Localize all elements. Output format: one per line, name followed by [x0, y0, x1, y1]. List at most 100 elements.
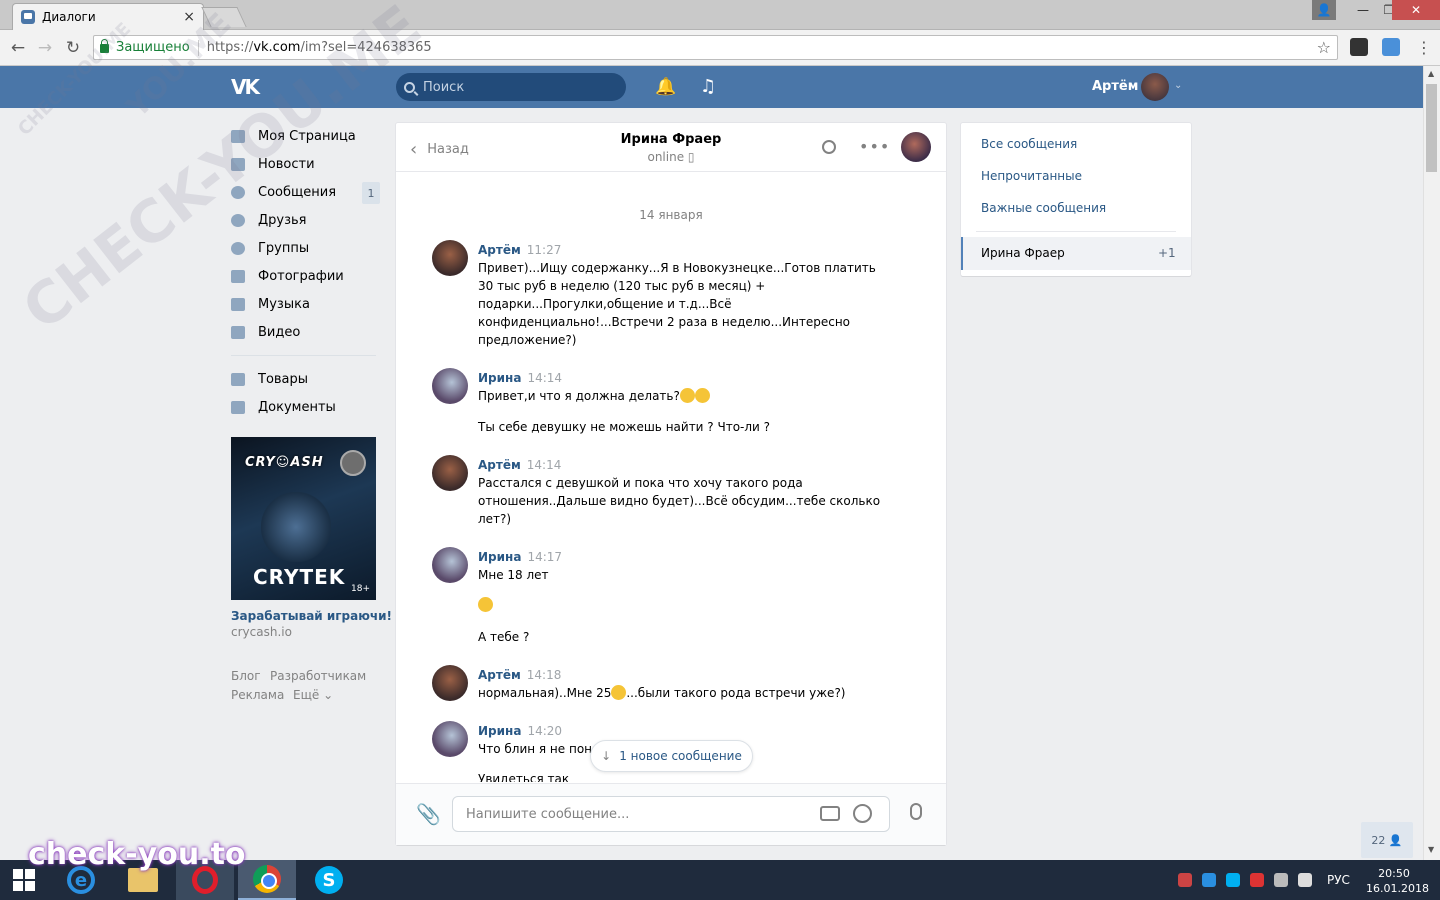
- ad-banner-image[interactable]: CRY☺ASH CRYTEK 18+: [231, 437, 376, 600]
- windows-start-button[interactable]: [0, 860, 48, 900]
- url-scheme: https://: [206, 40, 254, 55]
- back-button[interactable]: ‹ Назад: [410, 139, 469, 160]
- tray-app-icon[interactable]: [1250, 873, 1264, 887]
- taskbar-chrome[interactable]: [238, 860, 296, 900]
- microphone-icon[interactable]: [910, 803, 922, 820]
- bookmark-star-icon[interactable]: ☆: [1317, 38, 1331, 57]
- back-label: Назад: [427, 142, 469, 157]
- filter-important[interactable]: Важные сообщения: [981, 201, 1106, 215]
- attach-paperclip-icon[interactable]: 📎: [416, 802, 441, 826]
- avatar[interactable]: [432, 455, 468, 491]
- new-message-button[interactable]: ↓ 1 новое сообщение: [590, 740, 753, 772]
- profile-icon[interactable]: 👤: [1312, 0, 1336, 20]
- arrow-down-icon: ↓: [601, 749, 612, 763]
- tray-language[interactable]: РУС: [1327, 873, 1350, 887]
- messages-icon: [231, 185, 245, 199]
- camera-icon[interactable]: [820, 806, 840, 821]
- scroll-down-arrow-icon[interactable]: ▼: [1428, 845, 1434, 854]
- date-separator: 14 января: [639, 208, 703, 222]
- nav-item-messages[interactable]: Сообщения: [231, 182, 381, 202]
- tab-close-icon[interactable]: ×: [183, 9, 195, 25]
- message-text: Привет,и что я должна делать?: [478, 387, 710, 405]
- extension-icon-1[interactable]: [1350, 38, 1368, 56]
- nav-item-my-page[interactable]: Моя Страница: [231, 126, 381, 146]
- music-player-icon[interactable]: ♫: [700, 76, 716, 97]
- vk-logo[interactable]: VK: [231, 75, 265, 99]
- notifications-bell-icon[interactable]: 🔔: [655, 77, 676, 97]
- ad-domain[interactable]: crycash.io: [231, 625, 292, 639]
- search-input[interactable]: Поиск: [396, 73, 626, 101]
- taskbar-internet-explorer[interactable]: e: [52, 860, 110, 900]
- friends-icon: [231, 213, 245, 227]
- tray-volume-icon[interactable]: [1298, 873, 1312, 887]
- contact-name[interactable]: Ирина Фраер: [596, 132, 746, 147]
- footer-link-blog[interactable]: Блог: [231, 669, 261, 683]
- header-user-name[interactable]: Артём: [1092, 79, 1138, 94]
- online-friends-button[interactable]: 22 👤: [1361, 822, 1413, 858]
- active-dialog-name[interactable]: Ирина Фраер: [981, 246, 1065, 260]
- avatar[interactable]: [432, 547, 468, 583]
- taskbar-opera[interactable]: [176, 860, 234, 900]
- author-name[interactable]: Артём: [478, 243, 521, 257]
- address-bar[interactable]: Защищено https:// vk.com /im?sel=4246383…: [93, 35, 1338, 60]
- nav-item-groups[interactable]: Группы: [231, 238, 381, 258]
- message-author[interactable]: Артём 11:27: [478, 243, 561, 257]
- nav-item-music[interactable]: Музыка: [231, 294, 381, 314]
- message-author[interactable]: Ирина 14:17: [478, 550, 562, 564]
- message-line: Мне 18 лет: [478, 568, 549, 582]
- taskbar-file-explorer[interactable]: [114, 860, 172, 900]
- browser-tab-active[interactable]: Диалоги ×: [12, 3, 204, 30]
- close-window-button[interactable]: ✕: [1392, 0, 1440, 20]
- avatar[interactable]: [432, 368, 468, 404]
- footer-link-ads[interactable]: Реклама: [231, 688, 284, 702]
- author-name[interactable]: Ирина: [478, 550, 521, 564]
- filter-all-messages[interactable]: Все сообщения: [981, 137, 1077, 151]
- nav-item-documents[interactable]: Документы: [231, 397, 381, 417]
- nav-item-market[interactable]: Товары: [231, 369, 381, 389]
- tray-app-icon[interactable]: [1202, 873, 1216, 887]
- nav-item-photos[interactable]: Фотографии: [231, 266, 381, 286]
- avatar[interactable]: [432, 240, 468, 276]
- footer-link-more[interactable]: Ещё ⌄: [293, 688, 333, 702]
- message-input-placeholder: Напишите сообщение...: [466, 806, 630, 822]
- reload-icon[interactable]: ↻: [62, 37, 84, 59]
- more-actions-icon[interactable]: •••: [859, 137, 890, 156]
- filter-unread[interactable]: Непрочитанные: [981, 169, 1082, 183]
- author-name[interactable]: Ирина: [478, 371, 521, 385]
- scroll-up-arrow-icon[interactable]: ▲: [1428, 69, 1434, 78]
- avatar[interactable]: [432, 721, 468, 757]
- tray-app-icon[interactable]: [1178, 873, 1192, 887]
- extension-icon-2[interactable]: [1382, 38, 1400, 56]
- message-author[interactable]: Артём 14:14: [478, 458, 561, 472]
- messages-count-badge: 1: [362, 182, 380, 204]
- back-arrow-icon[interactable]: ←: [7, 37, 29, 59]
- author-name[interactable]: Ирина: [478, 724, 521, 738]
- avatar[interactable]: [432, 665, 468, 701]
- message-line: Ты себе девушку не можешь найти ? Что-ли…: [478, 420, 771, 434]
- message-author[interactable]: Ирина 14:20: [478, 724, 562, 738]
- chevron-left-icon: ‹: [410, 139, 418, 160]
- contact-avatar[interactable]: [901, 132, 931, 162]
- dialog-search-icon[interactable]: [822, 140, 836, 154]
- browser-menu-icon[interactable]: ⋮: [1416, 38, 1432, 57]
- page-scrollbar[interactable]: [1423, 66, 1440, 860]
- forward-arrow-icon[interactable]: →: [34, 37, 56, 59]
- footer-link-developers[interactable]: Разработчикам: [270, 669, 366, 683]
- nav-item-news[interactable]: Новости: [231, 154, 381, 174]
- author-name[interactable]: Артём: [478, 668, 521, 682]
- nav-item-friends[interactable]: Друзья: [231, 210, 381, 230]
- tray-clock[interactable]: 20:50 16.01.2018: [1366, 866, 1429, 896]
- message-author[interactable]: Ирина 14:14: [478, 371, 562, 385]
- nav-item-video[interactable]: Видео: [231, 322, 381, 342]
- header-avatar[interactable]: [1141, 73, 1169, 101]
- author-name[interactable]: Артём: [478, 458, 521, 472]
- tray-network-icon[interactable]: [1274, 873, 1288, 887]
- taskbar-skype[interactable]: S: [300, 860, 358, 900]
- chevron-down-icon[interactable]: ⌄: [1174, 80, 1182, 91]
- emoji-smile-icon[interactable]: [853, 804, 872, 823]
- scrollbar-thumb[interactable]: [1426, 84, 1437, 172]
- laughing-emoji-icon: [679, 388, 695, 403]
- tray-skype-icon[interactable]: [1226, 873, 1240, 887]
- message-author[interactable]: Артём 14:18: [478, 668, 561, 682]
- ad-title[interactable]: Зарабатывай играючи!: [231, 609, 392, 623]
